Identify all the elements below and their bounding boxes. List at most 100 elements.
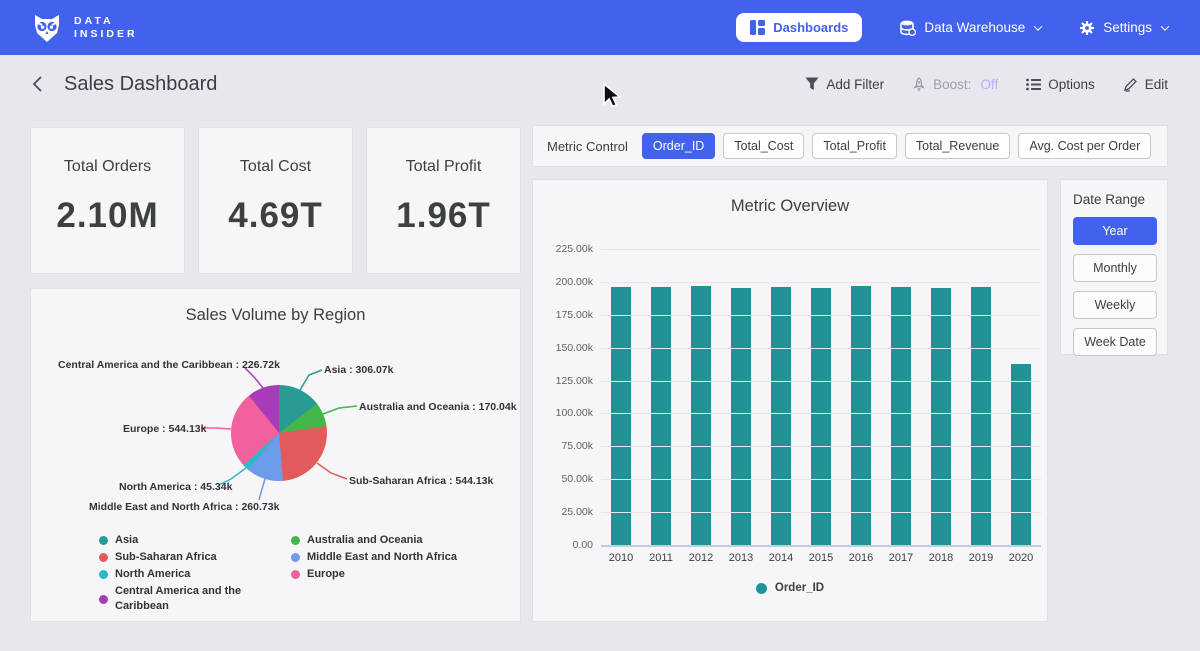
date-range-year-button[interactable]: Year <box>1073 217 1157 245</box>
bar[interactable] <box>891 287 911 545</box>
pie-chart[interactable] <box>231 385 327 481</box>
bar[interactable] <box>651 287 671 545</box>
brand-logo: DATA INSIDER <box>30 11 138 45</box>
edit-label: Edit <box>1145 77 1168 92</box>
brand-name: DATA INSIDER <box>74 15 138 41</box>
legend-label: Sub-Saharan Africa <box>115 550 217 565</box>
x-axis-tick: 2017 <box>881 552 921 564</box>
edit-button[interactable]: Edit <box>1123 77 1168 92</box>
legend-label: Central America and the Caribbean <box>115 584 291 614</box>
kpi-label: Total Profit <box>406 158 482 176</box>
dashboard-icon <box>750 20 765 35</box>
x-axis-tick: 2011 <box>641 552 681 564</box>
y-axis-tick: 50.00k <box>561 473 593 485</box>
bar-chart-title: Metric Overview <box>533 180 1047 216</box>
bar-yaxis: 225.00k200.00k175.00k150.00k125.00k100.0… <box>543 249 593 545</box>
x-axis-tick: 2013 <box>721 552 761 564</box>
options-button[interactable]: Options <box>1026 77 1095 92</box>
chevron-left-icon <box>30 75 46 93</box>
kpi-card-total-profit: Total Profit 1.96T <box>366 127 521 274</box>
bar[interactable] <box>731 288 751 545</box>
kpi-card-total-cost: Total Cost 4.69T <box>198 127 353 274</box>
pie-legend: Asia Australia and Oceania Sub-Saharan Afr… <box>99 533 457 614</box>
bar-legend-item[interactable]: Order_ID <box>533 582 1047 594</box>
add-filter-label: Add Filter <box>826 77 884 92</box>
y-axis-tick: 175.00k <box>556 309 593 321</box>
y-axis-tick: 150.00k <box>556 342 593 354</box>
date-range-monthly-button[interactable]: Monthly <box>1073 254 1157 282</box>
x-axis-tick: 2014 <box>761 552 801 564</box>
legend-item[interactable]: North America <box>99 567 291 582</box>
y-axis-tick: 25.00k <box>561 506 593 518</box>
legend-item[interactable]: Asia <box>99 533 291 548</box>
kpi-value: 4.69T <box>228 196 323 236</box>
legend-label: Australia and Oceania <box>307 533 423 548</box>
nav-data-warehouse-menu[interactable]: Data Warehouse <box>900 20 1041 36</box>
bar[interactable] <box>691 286 711 545</box>
back-button[interactable] <box>26 71 50 97</box>
pie-slice-label: Asia : 306.07k <box>324 364 393 376</box>
pencil-icon <box>1123 77 1138 92</box>
x-axis-tick: 2010 <box>601 552 641 564</box>
bar[interactable] <box>971 287 991 545</box>
metric-chip-total-revenue[interactable]: Total_Revenue <box>905 133 1010 159</box>
chevron-down-icon <box>1034 22 1042 30</box>
legend-item[interactable]: Europe <box>291 567 457 582</box>
legend-item[interactable]: Central America and the Caribbean <box>99 584 291 614</box>
x-axis-tick: 2018 <box>921 552 961 564</box>
legend-dot <box>99 536 108 545</box>
bar-chart-card: Metric Overview 225.00k 200.00k 175.00k 150… <box>532 179 1048 622</box>
bar[interactable] <box>771 287 791 545</box>
legend-label: Europe <box>307 567 345 582</box>
add-filter-button[interactable]: Add Filter <box>805 77 884 92</box>
nav-settings-menu[interactable]: Settings <box>1079 20 1168 36</box>
metric-chip-total-cost[interactable]: Total_Cost <box>723 133 804 159</box>
metric-chip-order-id[interactable]: Order_ID <box>642 133 715 159</box>
x-axis-tick: 2012 <box>681 552 721 564</box>
bar[interactable] <box>1011 364 1031 545</box>
x-axis-tick: 2016 <box>841 552 881 564</box>
y-axis-tick: 200.00k <box>556 276 593 288</box>
kpi-label: Total Cost <box>240 158 311 176</box>
metric-chip-total-profit[interactable]: Total_Profit <box>812 133 897 159</box>
legend-dot <box>291 570 300 579</box>
pie-chart-title: Sales Volume by Region <box>31 289 520 325</box>
date-range-weekly-button[interactable]: Weekly <box>1073 291 1157 319</box>
date-range-week-date-button[interactable]: Week Date <box>1073 328 1157 356</box>
legend-dot <box>291 536 300 545</box>
legend-item[interactable]: Middle East and North Africa <box>291 550 457 565</box>
nav-dashboards-button[interactable]: Dashboards <box>736 13 862 42</box>
legend-label: Asia <box>115 533 138 548</box>
legend-label: Middle East and North Africa <box>307 550 457 565</box>
bar-bars <box>601 249 1041 545</box>
metric-control-label: Metric Control <box>547 139 628 154</box>
pie-slice-label: Sub-Saharan Africa : 544.13k <box>349 475 493 487</box>
pie-slice-label: Central America and the Caribbean : 226.… <box>58 359 280 371</box>
boost-label: Boost: <box>933 77 971 92</box>
y-axis-tick: 225.00k <box>556 243 593 255</box>
page-title: Sales Dashboard <box>64 73 217 96</box>
rocket-icon <box>912 77 926 92</box>
legend-item[interactable]: Australia and Oceania <box>291 533 457 548</box>
metric-chip-avg-cost-per-order[interactable]: Avg. Cost per Order <box>1018 133 1151 159</box>
x-axis-tick: 2015 <box>801 552 841 564</box>
filter-icon <box>805 77 819 91</box>
bar-legend-label: Order_ID <box>775 582 824 594</box>
bar[interactable] <box>611 287 631 545</box>
bar[interactable] <box>851 286 871 545</box>
top-nav: DATA INSIDER Dashboards Data Warehouse <box>0 0 1200 55</box>
bar-xaxis: 2010201120122013201420152016201720182019… <box>601 552 1041 564</box>
date-range-panel: Date Range Year Monthly Weekly Week Date <box>1060 179 1168 355</box>
boost-toggle[interactable]: Boost: Off <box>912 77 998 92</box>
owl-icon <box>30 11 64 45</box>
gear-icon <box>1079 20 1095 36</box>
x-axis-tick: 2020 <box>1001 552 1041 564</box>
legend-item[interactable]: Sub-Saharan Africa <box>99 550 291 565</box>
pie-slice-label: Europe : 544.13k <box>123 423 206 435</box>
bar[interactable] <box>811 288 831 545</box>
pie-slice-label: Middle East and North Africa : 260.73k <box>89 501 279 513</box>
y-axis-tick: 75.00k <box>561 440 593 452</box>
bar[interactable] <box>931 288 951 545</box>
legend-label: North America <box>115 567 190 582</box>
chevron-down-icon <box>1161 22 1169 30</box>
